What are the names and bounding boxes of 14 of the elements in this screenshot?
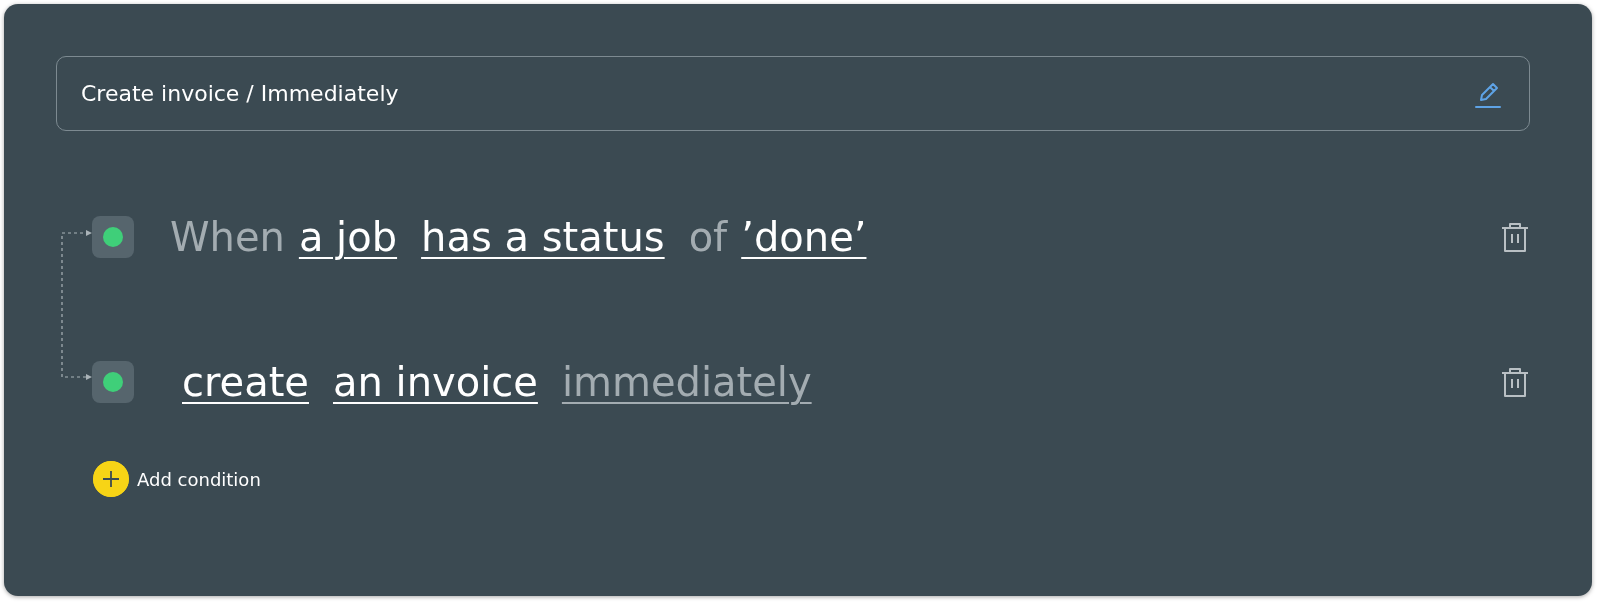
rule-token[interactable]: ’done’	[741, 217, 867, 257]
title-field[interactable]: Create invoice / Immediately	[56, 56, 1530, 131]
rule-title: Create invoice / Immediately	[81, 80, 399, 108]
rule-word: of	[688, 217, 728, 257]
add-condition-button[interactable]: Add condition	[93, 461, 261, 497]
status-indicator	[92, 216, 134, 258]
rule-word: When	[170, 217, 285, 257]
status-indicator	[92, 361, 134, 403]
delete-icon[interactable]	[1500, 366, 1530, 398]
rule-token[interactable]: an invoice	[333, 362, 538, 402]
rule-token[interactable]: has a status	[421, 217, 665, 257]
delete-icon[interactable]	[1500, 221, 1530, 253]
plus-icon	[93, 461, 129, 497]
rule-token[interactable]: create	[182, 362, 309, 402]
